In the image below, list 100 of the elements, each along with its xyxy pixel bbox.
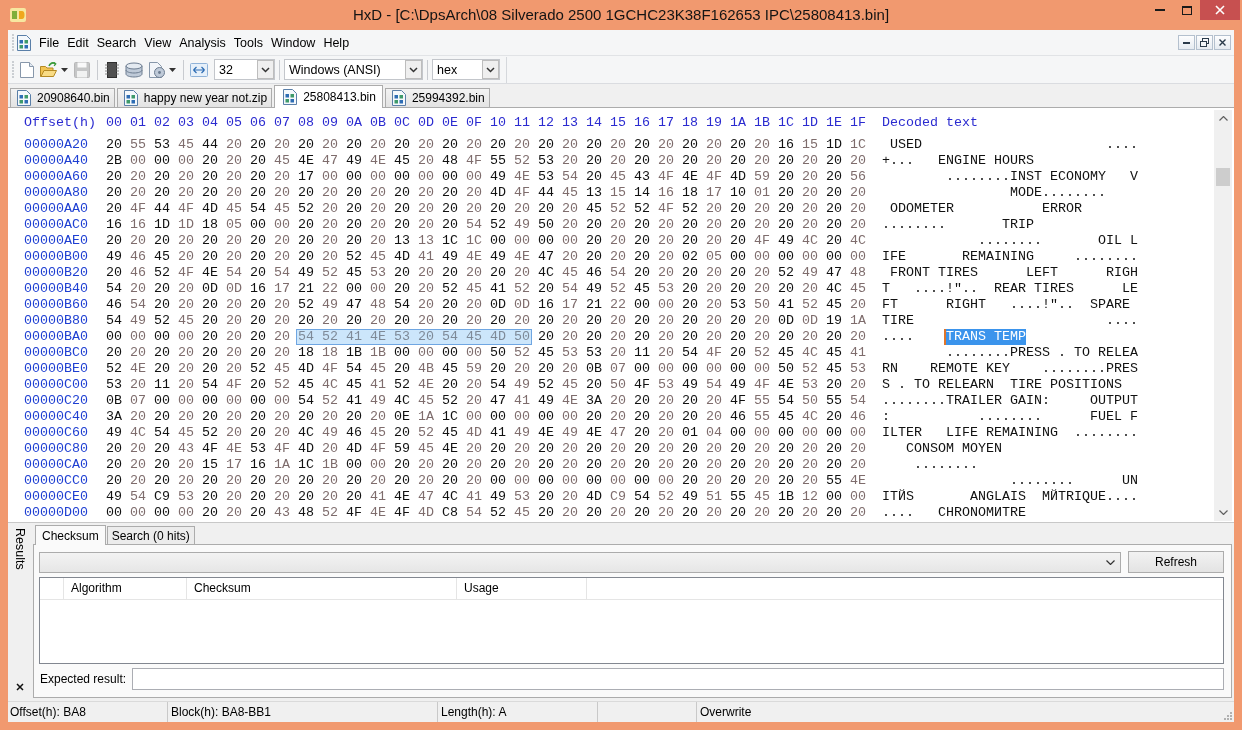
decoded-text[interactable]: TIRE ....: [882, 313, 1138, 329]
file-tab[interactable]: 25994392.bin: [384, 88, 490, 107]
column-header: 06: [250, 115, 266, 131]
decoded-text[interactable]: MODE........: [882, 185, 1106, 201]
column-header[interactable]: Checksum: [187, 578, 457, 599]
decoded-text[interactable]: ........: [882, 457, 978, 473]
panel-close-button[interactable]: [14, 681, 26, 693]
decoded-text[interactable]: ........ OIL L: [882, 233, 1138, 249]
decoded-text[interactable]: ODOMETER ERROR: [882, 201, 1082, 217]
row-offset: 00000C20: [24, 393, 88, 409]
decoded-text[interactable]: ........PRESS . TO RELEA: [882, 345, 1138, 361]
panel-tab[interactable]: Checksum: [35, 525, 106, 545]
close-icon: [16, 683, 24, 691]
hex-bytes[interactable]: 2B 00 00 00 20 20 20 45 4E 47 49 4E 45 20 48 4F 55 52 53 20 20 20 20 20 20 20 20 20 20 20 20 20: [106, 153, 866, 169]
scroll-thumb[interactable]: [1216, 168, 1230, 186]
minimize-icon: [1154, 9, 1165, 11]
hex-bytes[interactable]: 49 54 C9 53 20 20 20 20 20 20 20 41 4E 47 4C 41 49 53 20 20 4D C9 54 52 49 51 55 45 1B 12 00 00: [106, 489, 866, 505]
column-header: 13: [562, 115, 578, 131]
hex-bytes[interactable]: 20 46 52 4F 4E 54 20 54 49 52 45 53 20 20 20 20 20 20 4C 45 46 54 20 20 20 20 20 20 52 49 47 48: [106, 265, 866, 281]
document-close-button[interactable]: [1214, 35, 1231, 50]
hex-bytes[interactable]: 20 20 20 20 20 20 20 20 18 18 1B 1B 00 00 00 00 50 52 45 53 53 20 11 20 54 4F 20 52 45 4C 45 41: [106, 345, 866, 361]
panel-tab[interactable]: Search (0 hits): [106, 526, 195, 544]
hex-bytes[interactable]: 20 55 53 45 44 20 20 20 20 20 20 20 20 20 20 20 20 20 20 20 20 20 20 20 20 20 20 20 16 15 1D 1C: [106, 137, 866, 153]
hex-bytes[interactable]: 0B 07 00 00 00 00 00 00 54 52 41 49 4C 45 52 20 47 41 49 4E 3A 20 20 20 20 20 4F 55 54 50 55 54: [106, 393, 866, 409]
menu-item[interactable]: Search: [92, 32, 141, 53]
hex-bytes[interactable]: 00 00 00 00 20 20 20 43 48 52 4F 4E 4F 4D C8 54 52 45 20 20 20 20 20 20 20 20 20 20 20 20 20 20: [106, 505, 866, 521]
decoded-text[interactable]: : ........ FUEL F: [882, 409, 1138, 425]
decoded-text[interactable]: CONSOM MOYEN: [882, 441, 1002, 457]
column-header: 10: [490, 115, 506, 131]
text-field[interactable]: [132, 668, 1224, 690]
menu-item[interactable]: Help: [319, 32, 354, 53]
decoded-text[interactable]: .... CHRONOMИTRE: [882, 505, 1026, 521]
row-offset: 00000BE0: [24, 361, 88, 377]
hex-bytes[interactable]: 20 20 20 20 20 20 20 20 17 00 00 00 00 00 00 00 49 4E 53 54 20 45 43 4F 4E 4F 4D 59 20 20 20 56: [106, 169, 866, 185]
hex-bytes[interactable]: 54 20 20 20 0D 0D 16 17 21 22 00 00 20 20 52 45 41 52 20 54 49 52 45 53 20 20 20 20 20 20 4C 45: [106, 281, 866, 297]
decoded-text[interactable]: S . TO RELEARN TIRE POSITIONS: [882, 377, 1122, 393]
hex-bytes[interactable]: 20 20 20 20 20 20 20 20 20 20 20 20 20 20: [538, 329, 866, 345]
dropdown-field[interactable]: hex: [432, 59, 500, 80]
file-tab[interactable]: happy new year not.zip: [116, 88, 273, 107]
hex-bytes[interactable]: 20 20 20 20 20 20 20 20 20 20 20 20 13 13 1C 1C 00 00 00 00 20 20 20 20 20 20 20 4F 49 4C 20 4C: [106, 233, 866, 249]
document-restore-button[interactable]: [1196, 35, 1213, 50]
decoded-text[interactable]: FT RIGHT ....!".. SPARE: [882, 297, 1130, 313]
decoded-text[interactable]: IFE REMAINING ........: [882, 249, 1138, 265]
hex-bytes[interactable]: 20 20 20 43 4F 4E 53 4F 4D 20 4D 4F 59 45 4E 20 20 20 20 20 20 20 20 20 20 20 20 20 20 20 20 20: [106, 441, 866, 457]
decoded-text[interactable]: T ....!".. REAR TIRES LE: [882, 281, 1138, 297]
hex-bytes[interactable]: 53 20 11 20 54 4F 20 52 45 4C 45 41 52 4E 20 20 54 49 52 45 20 50 4F 53 49 54 49 4F 4E 53 20 20: [106, 377, 866, 393]
hex-bytes[interactable]: 46 54 20 20 20 20 20 20 52 49 47 48 54 20 20 20 0D 0D 16 17 21 22 00 00 20 20 53 50 41 52 45 20: [106, 297, 866, 313]
document-minimize-button[interactable]: [1178, 35, 1195, 50]
file-tab[interactable]: 20908640.bin: [10, 88, 115, 107]
menu-item[interactable]: Tools: [229, 32, 267, 53]
maximize-icon: [1181, 5, 1192, 15]
column-header: 1D: [802, 115, 818, 131]
dropdown-field[interactable]: Windows (ANSI): [284, 59, 423, 80]
menu-item[interactable]: Analysis: [175, 32, 230, 53]
resize-grip-icon[interactable]: [1222, 710, 1232, 720]
decoded-text[interactable]: ILTER LIFE REMAINING ........: [882, 425, 1138, 441]
hex-bytes[interactable]: 52 4E 20 20 20 20 52 45 4D 4F 54 45 20 4B 45 59 20 20 20 20 0B 07 00 00 00 00 00 00 50 52 45 53: [106, 361, 866, 377]
app-logo-icon: [10, 8, 26, 22]
menu-item[interactable]: View: [140, 32, 176, 53]
hex-bytes[interactable]: 49 46 45 20 20 20 20 20 20 20 52 45 4D 41 49 4E 49 4E 47 20 20 20 20 20 02 05 00 00 00 00 00 00: [106, 249, 866, 265]
decoded-text[interactable]: ....: [882, 329, 946, 345]
column-header: 09: [322, 115, 338, 131]
decoded-text[interactable]: FRONT TIRES LEFT RIGH: [882, 265, 1138, 281]
row-offset: 00000AA0: [24, 201, 88, 217]
column-header: 0E: [442, 115, 458, 131]
column-header: 11: [514, 115, 530, 131]
row-offset: 00000C80: [24, 441, 88, 457]
window-title: HxD - [C:\DpsArch\08 Silverado 2500 1GCHC23K38F162653 IPC\25808413.bin]: [352, 5, 890, 25]
column-header: 05: [226, 115, 242, 131]
decoded-text[interactable]: ........ TRIP: [882, 217, 1034, 233]
hex-bytes[interactable]: 20 20 20 20 20 20 20 20 20 20 20 20 20 20 20 20 00 00 00 00 00 00 00 00 20 20 20 20 20 20 55 4E: [106, 473, 866, 489]
hex-bytes[interactable]: 00 00 00 00 20 20 20 20: [106, 329, 290, 345]
row-offset: 00000CC0: [24, 473, 88, 489]
column-header[interactable]: Usage: [457, 578, 587, 599]
dropdown-field[interactable]: [39, 552, 1121, 573]
hex-bytes[interactable]: 20 4F 44 4F 4D 45 54 45 52 20 20 20 20 20 20 20 20 20 20 20 45 52 52 4F 52 20 20 20 20 20 20 20: [106, 201, 866, 217]
hex-bytes[interactable]: 16 16 1D 1D 18 05 00 00 20 20 20 20 20 20 20 54 52 49 50 20 20 20 20 20 20 20 20 20 20 20 20 20: [106, 217, 866, 233]
hex-bytes[interactable]: 54 49 52 45 20 20 20 20 20 20 20 20 20 20 20 20 20 20 20 20 20 20 20 20 20 20 20 20 0D 0D 19 1A: [106, 313, 866, 329]
vertical-scrollbar[interactable]: [1214, 110, 1232, 521]
column-header: 1B: [754, 115, 770, 131]
decoded-text[interactable]: RN REMOTE KEY ........PRES: [882, 361, 1138, 377]
decoded-text[interactable]: +... ENGINE HOURS: [882, 153, 1034, 169]
decoded-text[interactable]: ........INST ECONOMY V: [882, 169, 1138, 185]
menu-item[interactable]: Edit: [63, 32, 93, 53]
hex-bytes[interactable]: 20 20 20 20 15 17 16 1A 1C 1B 00 00 20 20 20 20 20 20 20 20 20 20 20 20 20 20 20 20 20 20 20 20: [106, 457, 866, 473]
file-tab[interactable]: 25808413.bin: [274, 85, 383, 108]
decoded-text[interactable]: ........ UN: [882, 473, 1138, 489]
decoded-text[interactable]: ........TRAILER GAIN: OUTPUT: [882, 393, 1138, 409]
refresh-button[interactable]: Refresh: [1128, 551, 1224, 573]
dropdown-field[interactable]: 32: [214, 59, 275, 80]
menu-item[interactable]: Window: [266, 32, 320, 53]
menu-item[interactable]: File: [35, 32, 64, 53]
hex-bytes[interactable]: 20 20 20 20 20 20 20 20 20 20 20 20 20 20 20 20 4D 4F 44 45 13 15 14 16 18 17 10 01 20 20 20 20: [106, 185, 866, 201]
column-header: 16: [634, 115, 650, 131]
column-header[interactable]: Algorithm: [64, 578, 187, 599]
decoded-text[interactable]: USED ....: [882, 137, 1138, 153]
hex-bytes[interactable]: 49 4C 54 45 52 20 20 20 4C 49 46 45 20 52 45 4D 41 49 4E 49 4E 47 20 20 01 04 00 00 00 00 00 00: [106, 425, 866, 441]
decoded-text[interactable]: ITЙS ANGLAIS MЙTRIQUE....: [882, 489, 1138, 505]
hex-bytes[interactable]: 3A 20 20 20 20 20 20 20 20 20 20 20 0E 1A 1C 00 00 00 00 00 20 20 20 20 20 20 46 55 45 4C 20 46: [106, 409, 866, 425]
close-icon: [1215, 5, 1225, 15]
